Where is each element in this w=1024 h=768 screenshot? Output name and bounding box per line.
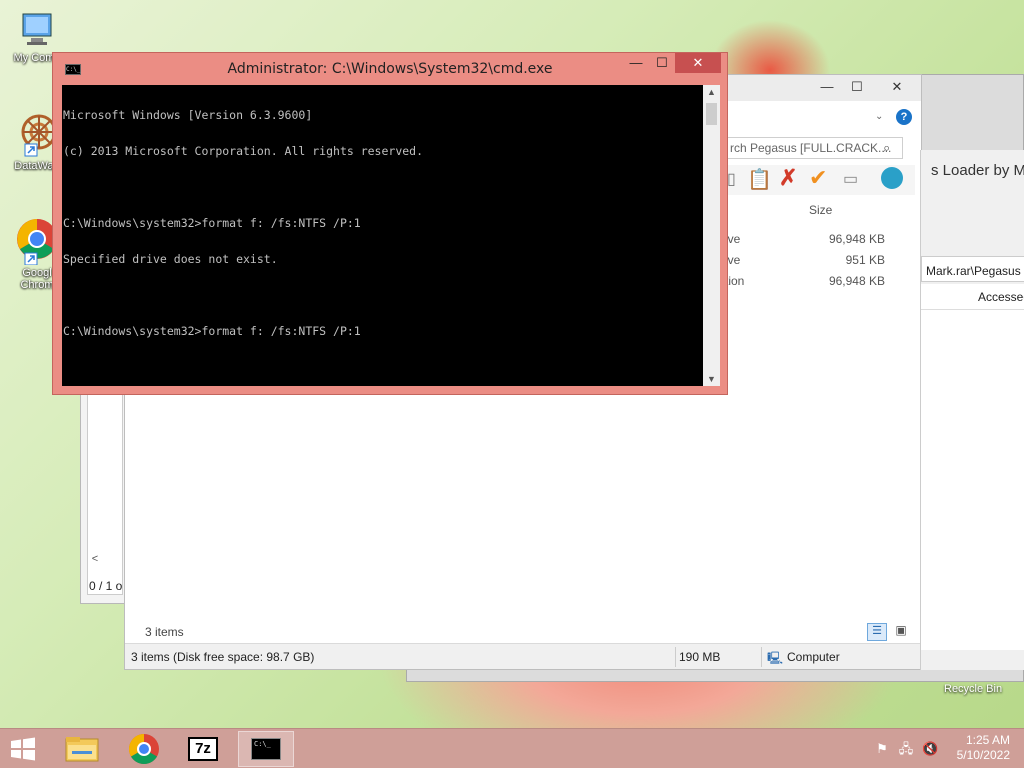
taskbar-chrome[interactable] (116, 731, 172, 767)
search-icon[interactable]: ⌕ (883, 140, 890, 156)
details-view-button[interactable]: ☰ (867, 623, 887, 641)
folder-icon (65, 737, 99, 762)
file-row[interactable]: ive 96,948 KB (725, 232, 885, 246)
status-divider (761, 647, 762, 667)
recycle-bin-label[interactable]: Recycle Bin (944, 683, 1002, 695)
clock-time: 1:25 AM (965, 733, 1010, 747)
large-icons-view-button[interactable]: ▣ (891, 623, 911, 641)
console-line: C:\Windows\system32>format f: /fs:NTFS /… (63, 324, 361, 338)
start-button[interactable] (8, 735, 38, 763)
address-path-fragment[interactable]: Mark.rar\Pegasus L (926, 264, 1024, 278)
copy-icon[interactable]: ▯ (727, 169, 736, 189)
network-icon[interactable]: 🖧 (898, 741, 914, 757)
ribbon-expand-icon[interactable]: ⌄ (875, 111, 883, 122)
column-header-size[interactable]: Size (809, 203, 832, 217)
status-divider (675, 647, 676, 667)
console-line: C:\Windows\system32>format f: /fs:NTFS /… (63, 216, 361, 230)
scroll-down-icon[interactable]: ▼ (703, 372, 720, 386)
file-row[interactable]: tion 96,948 KB (725, 274, 885, 288)
console-line: Microsoft Windows [Version 6.3.9600] (63, 108, 313, 122)
status-bar: 3 items (Disk free space: 98.7 GB) 190 M… (125, 643, 921, 669)
file-row[interactable]: ive 951 KB (725, 253, 885, 267)
maximize-button[interactable]: ☐ (649, 53, 675, 73)
chrome-icon (128, 734, 159, 765)
globe-icon[interactable] (881, 167, 903, 189)
file-size: 96,948 KB (828, 232, 885, 246)
paste-icon[interactable]: 📋 (747, 167, 772, 192)
maximize-button[interactable]: ☐ (843, 77, 871, 97)
item-count: 3 items (145, 625, 184, 639)
status-size: 190 MB (679, 650, 721, 664)
cmd-scrollbar[interactable]: ▲ ▼ (703, 85, 720, 386)
close-button[interactable]: ✕ (877, 77, 917, 97)
7zip-icon: 7z (188, 737, 218, 761)
status-items: 3 items (Disk free space: 98.7 GB) (131, 650, 315, 664)
scroll-left-arrow[interactable]: < (87, 553, 103, 569)
system-clock[interactable]: 1:25 AM 5/10/2022 (957, 733, 1010, 763)
search-input[interactable]: rch Pegasus [FULL.CRACK.... (725, 137, 903, 159)
help-icon[interactable]: ? (896, 109, 912, 125)
computer-icon: 🖳 (767, 651, 784, 665)
datawag-icon (17, 110, 57, 158)
console-line: Specified drive does not exist. (63, 252, 278, 266)
left-status-text: 0 / 1 o (89, 579, 123, 593)
file-size: 951 KB (845, 253, 885, 267)
clock-date: 5/10/2022 (956, 748, 1010, 762)
console-output[interactable]: Microsoft Windows [Version 6.3.9600] (c)… (62, 85, 703, 386)
explorer-toolbar: ▯ 📋 ✗ ✔ ▭ (725, 165, 915, 195)
taskbar-7zip[interactable]: 7z (176, 731, 232, 767)
background-window-right[interactable]: s Loader by Mar Mark.rar\Pegasus L Acces… (920, 150, 1024, 670)
taskbar-cmd[interactable]: C:\_ (238, 731, 294, 767)
taskbar: 7z C:\_ ⚑ 🖧 🔇 1:25 AM 5/10/2022 (0, 728, 1024, 768)
action-center-flag-icon[interactable]: ⚑ (874, 741, 890, 757)
cmd-icon: C:\_ (251, 738, 281, 760)
minimize-button[interactable]: — (623, 53, 649, 73)
status-location: Computer (787, 650, 840, 664)
file-list-area (921, 310, 1024, 650)
console-line: (c) 2013 Microsoft Corporation. All righ… (63, 144, 424, 158)
column-header-accessed[interactable]: Accessed (978, 290, 1024, 304)
windows-logo-icon (11, 737, 35, 761)
close-button[interactable]: ✕ (675, 53, 721, 73)
properties-icon[interactable]: ▭ (843, 169, 858, 189)
file-size: 96,948 KB (828, 274, 885, 288)
delete-icon[interactable]: ✗ (779, 165, 797, 191)
volume-muted-icon[interactable]: 🔇 (922, 741, 938, 757)
window-title-fragment: s Loader by Mar (931, 162, 1024, 179)
scroll-thumb[interactable] (706, 103, 717, 125)
computer-icon (17, 10, 57, 50)
check-icon[interactable]: ✔ (809, 165, 827, 191)
scroll-up-icon[interactable]: ▲ (703, 85, 720, 99)
cmd-titlebar[interactable]: C:\_ Administrator: C:\Windows\System32\… (53, 53, 727, 85)
minimize-button[interactable]: — (813, 77, 841, 97)
cmd-window[interactable]: C:\_ Administrator: C:\Windows\System32\… (52, 52, 728, 395)
taskbar-file-explorer[interactable] (54, 731, 110, 767)
